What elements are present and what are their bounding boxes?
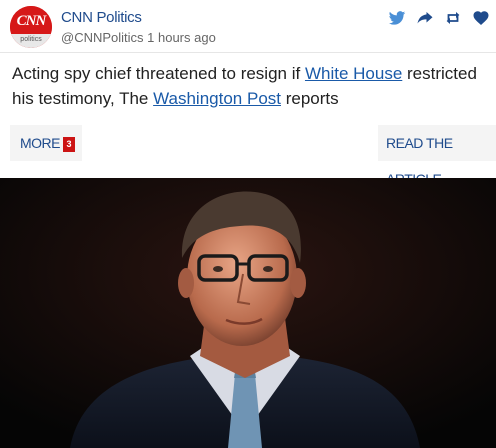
- more-label: MORE: [20, 135, 61, 151]
- logo-wordmark: CNN: [10, 6, 52, 34]
- post-header: CNN politics CNN Politics @CNNPolitics 1…: [0, 0, 496, 52]
- post-headline: Acting spy chief threatened to resign if…: [12, 61, 488, 111]
- heart-icon[interactable]: [472, 9, 490, 27]
- header-divider: [0, 52, 496, 53]
- cnn-politics-logo[interactable]: CNN politics: [10, 6, 52, 48]
- twitter-icon[interactable]: [388, 9, 406, 27]
- action-bar: [388, 9, 490, 27]
- retweet-icon[interactable]: [444, 9, 462, 27]
- headline-text-1: Acting spy chief threatened to resign if: [12, 64, 305, 83]
- link-white-house[interactable]: White House: [305, 64, 402, 83]
- logo-subtitle: politics: [10, 34, 52, 48]
- more-count-badge: 3: [63, 137, 75, 152]
- author-name[interactable]: CNN Politics: [61, 9, 142, 26]
- headline-text-3: reports: [281, 89, 339, 108]
- article-photo[interactable]: [0, 178, 496, 448]
- author-meta: @CNNPolitics 1 hours ago: [61, 30, 216, 45]
- more-button[interactable]: MORE 3: [10, 125, 82, 161]
- read-article-button[interactable]: READ THE ARTICLE: [378, 125, 496, 187]
- link-washington-post[interactable]: Washington Post: [153, 89, 281, 108]
- share-icon[interactable]: [416, 9, 434, 27]
